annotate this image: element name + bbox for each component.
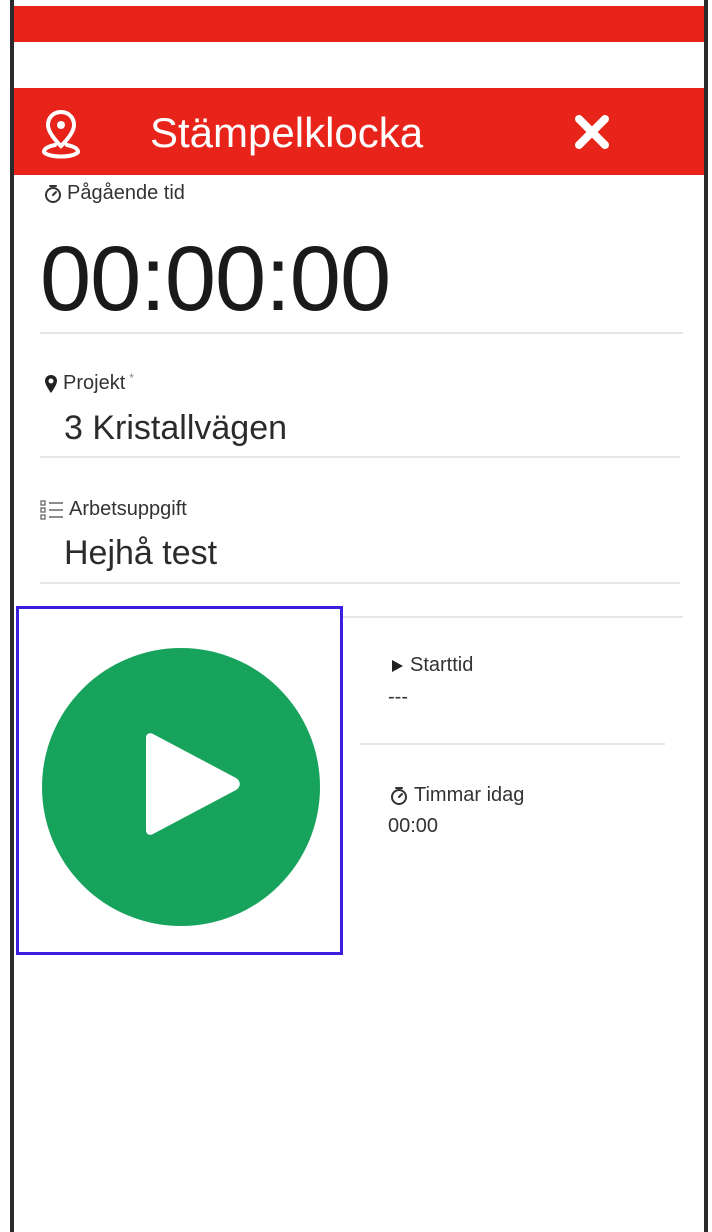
required-mark: *: [129, 370, 134, 385]
device-edge-left: [10, 0, 14, 1232]
ongoing-time-value: 00:00:00: [40, 228, 391, 330]
start-time-label: Starttid: [390, 654, 473, 677]
hours-today-value: 00:00: [388, 815, 439, 837]
close-icon[interactable]: [570, 110, 614, 154]
app-header: Stämpelklocka: [14, 88, 704, 175]
stopwatch-icon: [45, 184, 61, 203]
start-time-label-text: Starttid: [410, 654, 474, 676]
map-marker-icon: [45, 374, 57, 393]
task-underline: [40, 582, 680, 584]
play-triangle-icon: [146, 733, 240, 835]
top-status-strip: [14, 6, 704, 42]
stopwatch-icon: [391, 786, 407, 805]
task-label-text: Arbetsuppgift: [69, 498, 187, 520]
task-select[interactable]: Hejhå test: [64, 533, 217, 573]
start-timer-button[interactable]: [42, 648, 320, 926]
start-time-value: ---: [388, 686, 408, 708]
project-label: Projekt *: [44, 370, 134, 395]
hours-today-label: Timmar idag: [390, 784, 524, 807]
ongoing-time-label-text: Pågående tid: [67, 182, 185, 204]
project-underline: [40, 456, 680, 458]
location-pin-icon: [42, 109, 80, 159]
project-label-text: Projekt: [63, 372, 126, 394]
page-title: Stämpelklocka: [150, 109, 424, 156]
play-icon: [392, 659, 403, 672]
ongoing-time-label: Pågående tid: [44, 182, 185, 205]
device-edge-right: [704, 0, 708, 1232]
project-select[interactable]: 3 Kristallvägen: [64, 408, 287, 448]
divider: [40, 332, 683, 334]
app-screen: Stämpelklocka Pågående tid 00:00:00 Proj…: [0, 0, 712, 1232]
hours-today-label-text: Timmar idag: [414, 784, 525, 806]
task-list-icon: [40, 499, 63, 520]
task-label: Arbetsuppgift: [40, 498, 187, 521]
divider: [340, 616, 683, 618]
divider: [360, 743, 665, 745]
